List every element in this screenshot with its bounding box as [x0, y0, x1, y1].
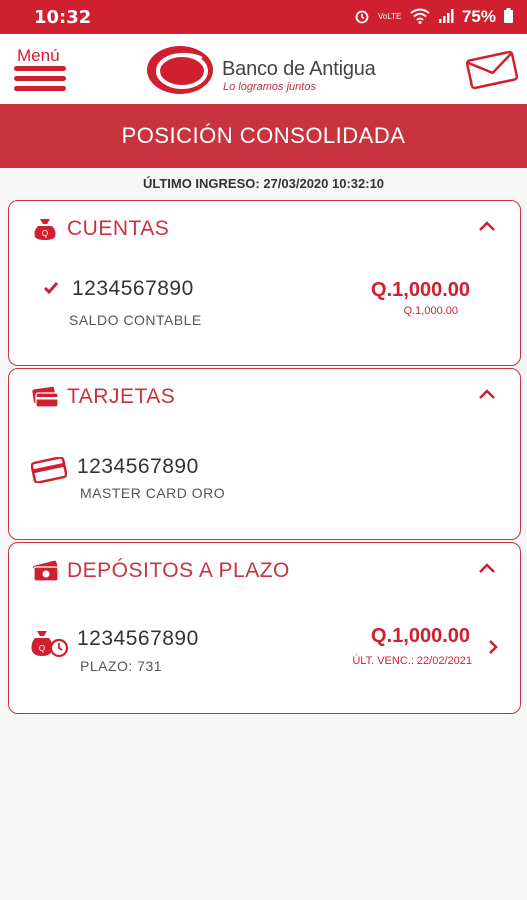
accounts-card: Q CUENTAS 1234567890 SALDO CONTABLE Q.1,… — [8, 200, 521, 366]
messages-button[interactable] — [465, 48, 519, 92]
accounts-title: CUENTAS — [67, 217, 170, 240]
deposits-header[interactable]: DEPÓSITOS A PLAZO — [9, 543, 520, 593]
checkmark-icon — [43, 281, 59, 300]
status-icons: VoLTE 75% — [354, 7, 513, 27]
bank-name: Banco de Antigua — [222, 58, 376, 80]
menu-label: Menú — [17, 46, 60, 65]
page-title: POSICIÓN CONSOLIDADA — [0, 104, 527, 168]
deposit-term: PLAZO: 731 — [80, 658, 163, 674]
account-label: SALDO CONTABLE — [69, 312, 202, 328]
battery-percent: 75% — [461, 7, 496, 26]
deposit-maturity: ÚLT. VENC.: 22/02/2021 — [352, 655, 472, 667]
bank-logo: Banco de Antigua Lo logramos juntos — [146, 44, 396, 96]
svg-text:Q: Q — [39, 644, 45, 653]
status-time: 10:32 — [34, 6, 92, 28]
menu-button[interactable]: Menú — [13, 44, 69, 96]
account-number: 1234567890 — [72, 277, 194, 300]
deposit-number: 1234567890 — [77, 627, 199, 650]
account-balance-secondary: Q.1,000.00 — [403, 305, 458, 317]
accounts-header[interactable]: Q CUENTAS — [9, 201, 520, 251]
account-row[interactable]: 1234567890 SALDO CONTABLE Q.1,000.00 Q.1… — [9, 271, 520, 331]
app-header: Menú Banco de Antigua Lo logramos juntos — [0, 34, 527, 105]
chevron-up-icon[interactable] — [478, 387, 496, 405]
account-balance: Q.1,000.00 — [371, 279, 470, 301]
envelope-icon — [465, 50, 519, 90]
last-login-text: ÚLTIMO INGRESO: 27/03/2020 10:32:10 — [142, 176, 385, 191]
volte-label: VoLTE — [377, 12, 402, 21]
credit-card-icon — [30, 456, 68, 488]
alarm-icon — [354, 8, 370, 27]
chevron-up-icon[interactable] — [478, 561, 496, 579]
deposits-title: DEPÓSITOS A PLAZO — [67, 559, 290, 582]
cards-card: TARJETAS 1234567890 MASTER CARD ORO — [8, 368, 521, 540]
signal-icon — [438, 8, 454, 26]
deposits-card: DEPÓSITOS A PLAZO Q 1234567890 PLAZO: 73… — [8, 542, 521, 714]
bank-tagline: Lo logramos juntos — [223, 81, 316, 93]
chevron-up-icon[interactable] — [478, 219, 496, 237]
cards-title: TARJETAS — [67, 385, 176, 408]
wifi-icon — [410, 8, 430, 27]
deposit-row[interactable]: Q 1234567890 PLAZO: 731 Q.1,000.00 ÚLT. … — [9, 623, 520, 683]
deposit-amount: Q.1,000.00 — [371, 625, 470, 647]
svg-text:Q: Q — [42, 229, 48, 238]
cards-header[interactable]: TARJETAS — [9, 369, 520, 419]
cash-icon — [31, 559, 61, 588]
money-bag-icon: Q — [31, 217, 59, 246]
status-bar: 10:32 VoLTE 75% — [0, 0, 527, 34]
credit-cards-icon — [31, 385, 61, 414]
logo-mark-icon — [147, 46, 213, 94]
card-number: 1234567890 — [77, 455, 199, 478]
card-row[interactable]: 1234567890 MASTER CARD ORO — [9, 449, 520, 509]
battery-icon — [504, 8, 513, 26]
money-bag-clock-icon: Q — [31, 629, 69, 666]
chevron-right-icon[interactable] — [488, 639, 498, 660]
card-label: MASTER CARD ORO — [80, 485, 226, 501]
